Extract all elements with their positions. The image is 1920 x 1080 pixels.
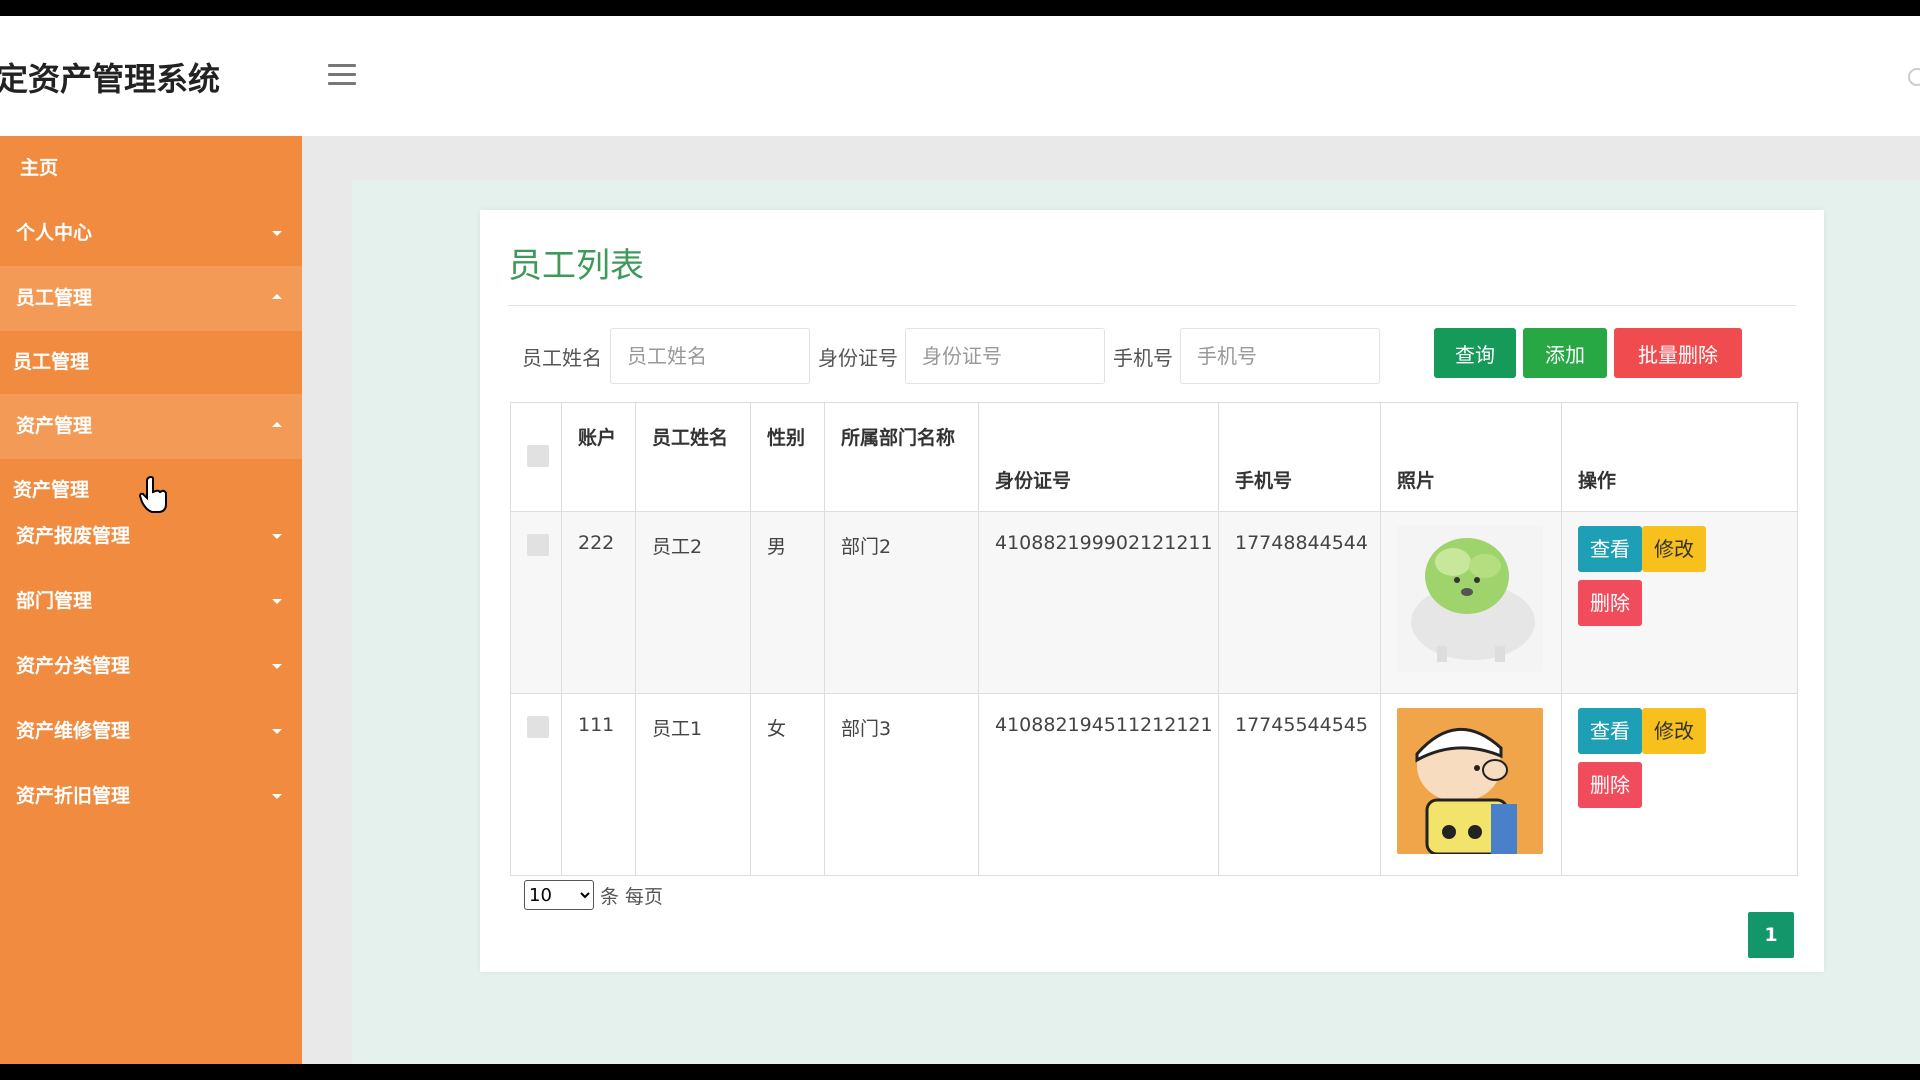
app-screen: 定资产管理系统 主页 个人中心 员工管理 员工管理 资产管理 资产管理 资产报废… [0, 16, 1920, 1064]
column-header: 手机号 [1218, 402, 1381, 512]
sidebar-item-home[interactable]: 主页 [0, 136, 302, 201]
top-header: 定资产管理系统 [0, 16, 1920, 136]
chevron-up-icon [272, 422, 282, 427]
chevron-down-icon [272, 729, 282, 734]
page-title: 员工列表 [508, 246, 644, 286]
sidebar-item-label: 资产维修管理 [16, 720, 131, 742]
user-avatar-icon[interactable] [1908, 68, 1920, 86]
sidebar-item-label: 资产报废管理 [16, 525, 131, 547]
sidebar-item-asset[interactable]: 资产管理 [0, 394, 302, 459]
chevron-down-icon [272, 794, 282, 799]
sidebar-item-asset-repair[interactable]: 资产维修管理 [0, 699, 302, 764]
dept-cell: 部门3 [824, 693, 979, 876]
column-header: 性别 [750, 402, 825, 512]
chevron-down-icon [272, 599, 282, 604]
phone-label: 手机号 [1113, 346, 1173, 370]
employee-table: 账户 员工姓名 性别 所属部门名称 身份证号 手机号 照片 操作 222 员工2… [510, 402, 1798, 876]
hand-cursor-icon [138, 476, 167, 513]
query-button[interactable]: 查询 [1434, 328, 1516, 378]
sidebar-item-employee[interactable]: 员工管理 [0, 266, 302, 331]
chevron-down-icon [272, 664, 282, 669]
id-cell: 410882199902121211 [978, 511, 1219, 694]
account-cell: 222 [561, 511, 636, 694]
sidebar-item-profile[interactable]: 个人中心 [0, 201, 302, 266]
per-page-label: 条 每页 [600, 886, 664, 908]
chevron-down-icon [272, 231, 282, 236]
page-number-button[interactable]: 1 [1748, 912, 1794, 958]
batch-delete-button[interactable]: 批量删除 [1614, 328, 1742, 378]
sidebar-item-label: 员工管理 [16, 287, 93, 309]
edit-button[interactable]: 修改 [1642, 708, 1706, 754]
column-header: 账户 [561, 402, 636, 512]
name-label: 员工姓名 [522, 346, 602, 370]
select-all-checkbox[interactable] [527, 445, 549, 467]
sidebar-item-label: 资产折旧管理 [16, 785, 131, 807]
divider [508, 305, 1796, 306]
column-header: 操作 [1561, 402, 1798, 512]
id-cell: 410882194511212121 [978, 693, 1219, 876]
column-header: 身份证号 [978, 402, 1219, 512]
app-title: 定资产管理系统 [0, 60, 221, 98]
row-checkbox[interactable] [527, 534, 549, 556]
gender-cell: 女 [750, 693, 825, 876]
sidebar-item-label: 资产分类管理 [16, 655, 131, 677]
actions-cell: 查看 修改 删除 [1561, 693, 1798, 876]
gender-cell: 男 [750, 511, 825, 694]
view-button[interactable]: 查看 [1578, 526, 1642, 572]
sidebar-item-label: 资产管理 [16, 415, 93, 437]
photo-cell [1380, 511, 1562, 694]
column-header: 所属部门名称 [824, 402, 979, 512]
table-row: 111 员工1 女 部门3 410882194511212121 1774554… [510, 693, 1798, 876]
column-header: 员工姓名 [635, 402, 751, 512]
view-button[interactable]: 查看 [1578, 708, 1642, 754]
sidebar-item-label: 个人中心 [16, 222, 93, 244]
page-size-select[interactable]: 10 [524, 880, 594, 910]
row-select-cell [510, 693, 562, 876]
employee-photo [1397, 526, 1543, 672]
phone-cell: 17748844544 [1218, 511, 1381, 694]
menu-toggle-icon[interactable] [328, 64, 356, 86]
edit-button[interactable]: 修改 [1642, 526, 1706, 572]
sidebar-subitem-employee[interactable]: 员工管理 [0, 331, 302, 394]
id-label: 身份证号 [818, 346, 898, 370]
add-button[interactable]: 添加 [1523, 328, 1607, 378]
sidebar-item-department[interactable]: 部门管理 [0, 569, 302, 634]
delete-button[interactable]: 删除 [1578, 580, 1642, 626]
account-cell: 111 [561, 693, 636, 876]
sidebar: 主页 个人中心 员工管理 员工管理 资产管理 资产管理 资产报废管理 部门管理 … [0, 136, 302, 1064]
select-all-header [510, 402, 562, 512]
employee-photo [1397, 708, 1543, 854]
dept-cell: 部门2 [824, 511, 979, 694]
actions-cell: 查看 修改 删除 [1561, 511, 1798, 694]
chevron-up-icon [272, 294, 282, 299]
row-select-cell [510, 511, 562, 694]
name-cell: 员工2 [635, 511, 751, 694]
employee-list-card: 员工列表 员工姓名 身份证号 手机号 查询 添加 批量删除 账户 员工姓名 [480, 210, 1824, 972]
id-search-input[interactable] [905, 328, 1105, 384]
photo-cell [1380, 693, 1562, 876]
name-cell: 员工1 [635, 693, 751, 876]
table-row: 222 员工2 男 部门2 410882199902121211 1774884… [510, 511, 1798, 694]
delete-button[interactable]: 删除 [1578, 762, 1642, 808]
sidebar-item-asset-category[interactable]: 资产分类管理 [0, 634, 302, 699]
phone-cell: 17745544545 [1218, 693, 1381, 876]
phone-search-input[interactable] [1180, 328, 1380, 384]
row-checkbox[interactable] [527, 716, 549, 738]
sidebar-item-label: 部门管理 [16, 590, 93, 612]
chevron-down-icon [272, 534, 282, 539]
column-header: 照片 [1380, 402, 1562, 512]
name-search-input[interactable] [610, 328, 810, 384]
sidebar-item-asset-depreciation[interactable]: 资产折旧管理 [0, 764, 302, 829]
